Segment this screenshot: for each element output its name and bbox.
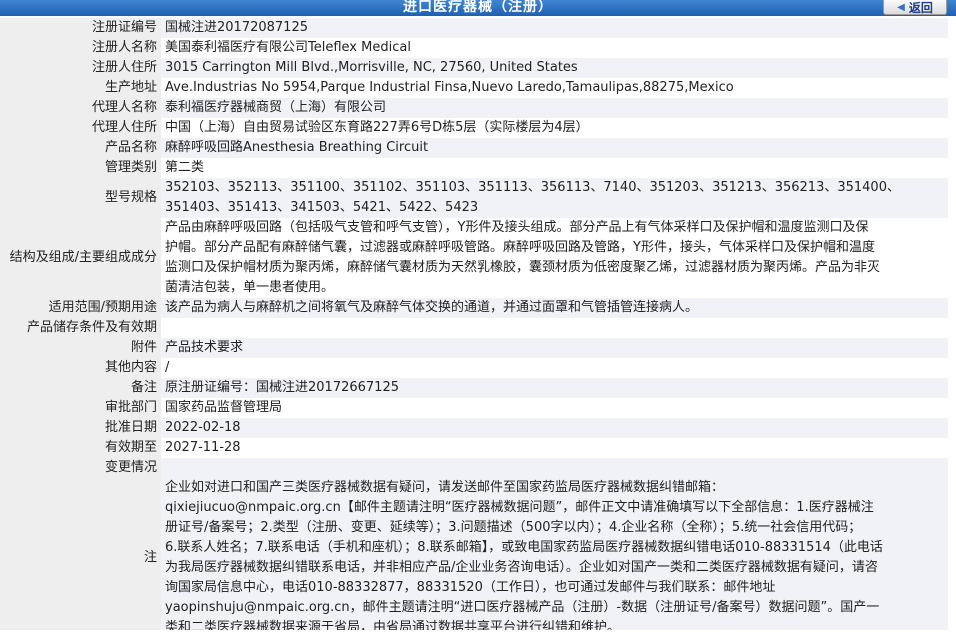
detail-row: 备注 原注册证编号：国械注进20172667125 [0, 378, 948, 398]
note-line: 册证号/备案号；2.类型（注册、变更、延续等）；3.问题描述（500字以内）；4… [165, 520, 862, 535]
field-value-line: 产品由麻醉呼吸回路（包括吸气支管和呼气支管），Y形件及接头组成。部分产品上有气体… [165, 220, 869, 235]
field-value-line: 菌清洁包装，单一患者使用。 [165, 280, 335, 295]
detail-row: 有效期至 2027-11-28 [0, 438, 948, 458]
detail-row: 审批部门 国家药品监督管理局 [0, 398, 948, 418]
field-value: 美国泰利福医疗有限公司Teleflex Medical [161, 38, 948, 58]
detail-row: 型号规格 352103、352113、351100、351102、351103、3… [0, 178, 948, 218]
field-label: 注册人名称 [0, 38, 161, 58]
field-label: 有效期至 [0, 438, 161, 458]
field-label: 备注 [0, 378, 161, 398]
detail-row: 注册人住所 3015 Carrington Mill Blvd.,Morrisvi… [0, 58, 948, 78]
detail-row: 变更情况 [0, 458, 948, 478]
detail-row: 结构及组成/主要组成成分 产品由麻醉呼吸回路（包括吸气支管和呼气支管），Y形件及接… [0, 218, 948, 298]
field-value: 国家药品监督管理局 [161, 398, 948, 418]
back-arrow-icon: ◀ [897, 1, 905, 13]
field-value: 原注册证编号：国械注进20172667125 [161, 378, 948, 398]
detail-row: 管理类别 第二类 [0, 158, 948, 178]
detail-row: 生产地址 Ave.Industrias No 5954,Parque Indust… [0, 78, 948, 98]
detail-table: 注册证编号 国械注进20172087125 注册人名称 美国泰利福医疗有限公司Tele… [0, 18, 948, 638]
detail-row: 其他内容 / [0, 358, 948, 378]
field-label: 产品储存条件及有效期 [0, 318, 161, 338]
note-line: 询国家局信息中心，电话010-88332877，88331520（工作日），也可… [165, 580, 776, 595]
field-label: 审批部门 [0, 398, 161, 418]
page-header: 进口医疗器械（注册） ◀ 返回 [0, 0, 956, 16]
field-value: 该产品为病人与麻醉机之间将氧气及麻醉气体交换的通道，并通过面罩和气管插管连接病人… [161, 298, 948, 318]
field-value: 第二类 [161, 158, 948, 178]
field-label: 代理人住所 [0, 118, 161, 138]
field-value-line: 351403、351413、341503、5421、5422、5423 [165, 200, 479, 215]
note-text: 企业如对进口和国产三类医疗器械数据有疑问，请发送邮件至国家药监局医疗器械数据纠错… [161, 478, 948, 638]
field-value: 2022-02-18 [161, 418, 948, 438]
field-value: 产品由麻醉呼吸回路（包括吸气支管和呼气支管），Y形件及接头组成。部分产品上有气体… [161, 218, 948, 298]
note-line: qixiejiucuo@nmpaic.org.cn【邮件主题请注明“医疗器械数据… [165, 500, 874, 515]
field-label: 注册证编号 [0, 18, 161, 38]
back-button-label: 返回 [908, 0, 933, 15]
field-value [161, 458, 948, 478]
field-value: 国械注进20172087125 [161, 18, 948, 38]
detail-row: 注册人名称 美国泰利福医疗有限公司Teleflex Medical [0, 38, 948, 58]
field-label: 适用范围/预期用途 [0, 298, 161, 318]
detail-row: 产品储存条件及有效期 [0, 318, 948, 338]
detail-row: 附件 产品技术要求 [0, 338, 948, 358]
note-row: 注企业如对进口和国产三类医疗器械数据有疑问，请发送邮件至国家药监局医疗器械数据纠… [0, 478, 948, 638]
field-value: 泰利福医疗器械商贸（上海）有限公司 [161, 98, 948, 118]
field-value: 中国（上海）自由贸易试验区东育路227弄6号D栋5层（实际楼层为4层） [161, 118, 948, 138]
note-label: 注 [0, 478, 161, 638]
field-label: 注册人住所 [0, 58, 161, 78]
back-button[interactable]: ◀ 返回 [883, 0, 947, 15]
bottom-clip [0, 630, 956, 641]
detail-row: 产品名称 麻醉呼吸回路Anesthesia Breathing Circuit [0, 138, 948, 158]
field-value-line: 352103、352113、351100、351102、351103、35111… [165, 180, 900, 195]
note-line: 6.联系人姓名；7.联系电话（手机和座机）；8.联系邮箱】，或致电国家药监局医疗… [165, 540, 883, 555]
field-label: 管理类别 [0, 158, 161, 178]
field-value: 352103、352113、351100、351102、351103、35111… [161, 178, 948, 218]
field-value: Ave.Industrias No 5954,Parque Industrial… [161, 78, 948, 98]
field-value: 3015 Carrington Mill Blvd.,Morrisville, … [161, 58, 948, 78]
detail-row: 批准日期 2022-02-18 [0, 418, 948, 438]
note-line: yaopinshuju@nmpaic.org.cn，邮件主题请注明“进口医疗器械… [165, 600, 880, 615]
field-value: 产品技术要求 [161, 338, 948, 358]
detail-row: 适用范围/预期用途 该产品为病人与麻醉机之间将氧气及麻醉气体交换的通道，并通过面罩… [0, 298, 948, 318]
field-value: / [161, 358, 948, 378]
note-line: 为我局医疗器械数据纠错联系电话，并非相应产品/企业业务咨询电话）。企业如对国产一… [165, 560, 878, 575]
field-value: 麻醉呼吸回路Anesthesia Breathing Circuit [161, 138, 948, 158]
detail-row: 代理人住所 中国（上海）自由贸易试验区东育路227弄6号D栋5层（实际楼层为4层） [0, 118, 948, 138]
detail-row: 代理人名称 泰利福医疗器械商贸（上海）有限公司 [0, 98, 948, 118]
field-label: 批准日期 [0, 418, 161, 438]
note-line: 企业如对进口和国产三类医疗器械数据有疑问，请发送邮件至国家药监局医疗器械数据纠错… [165, 480, 725, 495]
field-label: 其他内容 [0, 358, 161, 378]
field-value-line: 护帽。部分产品配有麻醉储气囊，过滤器或麻醉呼吸管路。麻醉呼吸回路及管路，Y形件，… [165, 240, 875, 255]
field-label: 结构及组成/主要组成成分 [0, 218, 161, 298]
field-label: 产品名称 [0, 138, 161, 158]
field-label: 变更情况 [0, 458, 161, 478]
field-label: 代理人名称 [0, 98, 161, 118]
field-value [161, 318, 948, 338]
field-value-line: 监测口及保护帽材质为聚丙烯，麻醉储气囊材质为天然乳橡胶，囊颈材质为低密度聚乙烯，… [165, 260, 881, 275]
detail-row: 注册证编号 国械注进20172087125 [0, 18, 948, 38]
field-label: 附件 [0, 338, 161, 358]
field-label: 型号规格 [0, 178, 161, 218]
page-title: 进口医疗器械（注册） [403, 0, 553, 15]
field-value: 2027-11-28 [161, 438, 948, 458]
field-label: 生产地址 [0, 78, 161, 98]
